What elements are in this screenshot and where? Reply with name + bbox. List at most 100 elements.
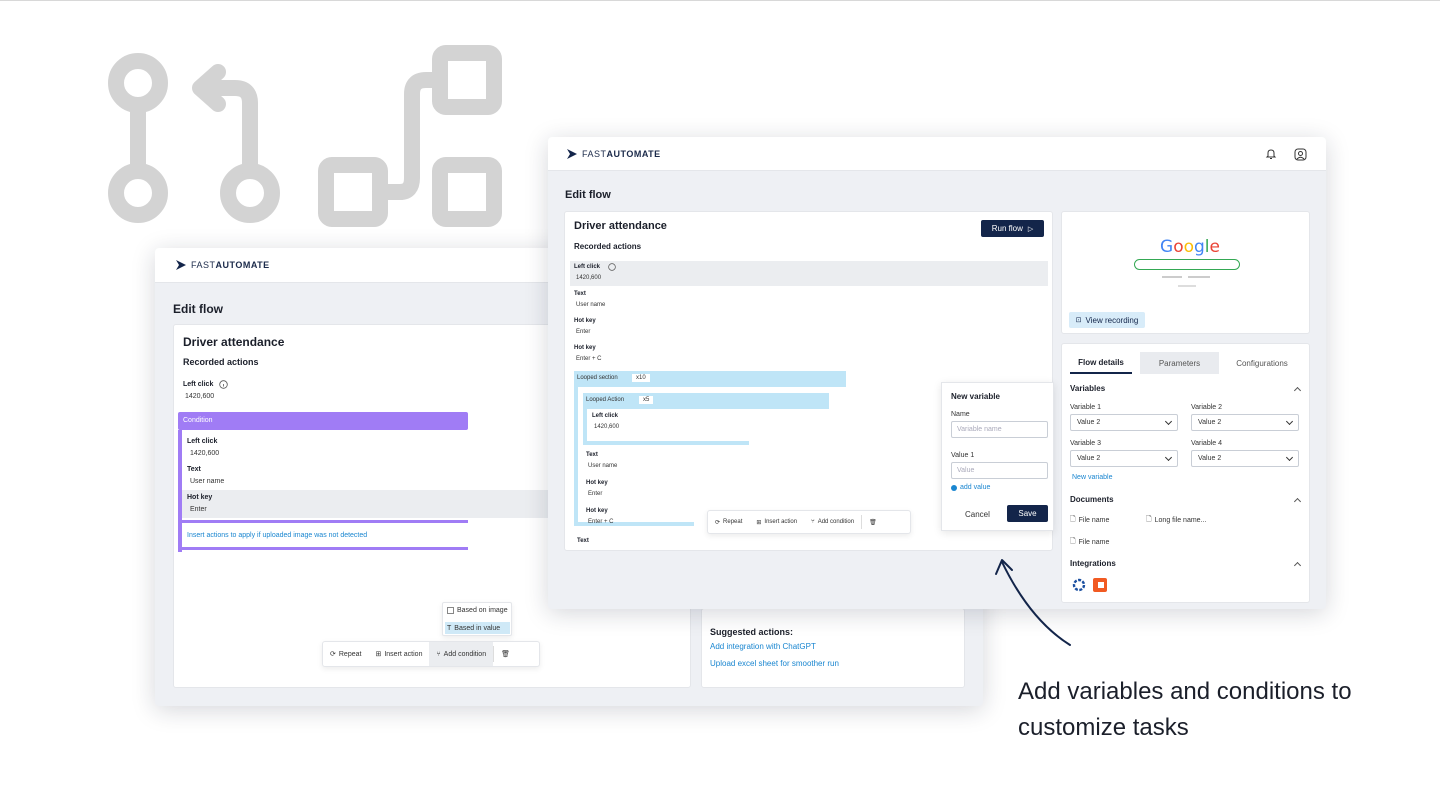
brand-name-bold: AUTOMATE: [606, 149, 661, 159]
variable-label: Variable 2: [1191, 404, 1223, 411]
action-value: Enter: [190, 506, 207, 513]
suggestion-link[interactable]: Add integration with ChatGPT: [710, 642, 816, 651]
action-value: Enter + C: [588, 519, 614, 525]
action-label: Hot key: [187, 494, 213, 501]
file-icon: 🗋: [1146, 516, 1152, 523]
integration-app-icon[interactable]: [1093, 578, 1107, 592]
delete-button[interactable]: 🗑: [494, 642, 517, 666]
menu-label: Based on image: [457, 607, 508, 614]
add-condition-button[interactable]: ⑂ Add condition: [429, 642, 494, 666]
action-value: Enter + C: [576, 356, 602, 362]
action-value: Enter: [588, 491, 603, 497]
variable-select[interactable]: Value 2: [1191, 414, 1299, 431]
front-header: FAST AUTOMATE: [548, 137, 1326, 171]
view-recording-button[interactable]: ⊡ View recording: [1069, 312, 1145, 328]
action-value: 1420,600: [185, 393, 215, 400]
tab-label: Flow details: [1078, 357, 1124, 367]
action-value: 1420,600: [576, 275, 602, 281]
new-variable-link[interactable]: New variable: [1072, 474, 1112, 481]
insert-action-button[interactable]: ⊞ Insert action: [749, 511, 804, 533]
insert-hint-link[interactable]: Insert actions to apply if uploaded imag…: [187, 532, 367, 539]
document-name: File name: [1078, 539, 1110, 546]
variable-label: Variable 4: [1191, 440, 1223, 447]
collapse-variables-icon[interactable]: [1293, 386, 1302, 395]
dialog-title: New variable: [951, 392, 1000, 401]
collapse-integrations-icon[interactable]: [1293, 561, 1302, 570]
run-label: Run flow: [991, 224, 1023, 233]
add-condition-button[interactable]: ⑂ Add condition: [804, 511, 861, 533]
action-label: Left click: [592, 413, 619, 419]
loop-count-badge[interactable]: x5: [639, 396, 654, 404]
brand-logo: FAST AUTOMATE: [566, 148, 661, 160]
chevron-down-icon: [1285, 453, 1294, 462]
add-value-label: add value: [960, 484, 991, 491]
delete-button[interactable]: 🗑: [862, 511, 884, 533]
tab-configurations[interactable]: Configurations: [1222, 352, 1302, 374]
action-value: User name: [190, 478, 225, 485]
document-item[interactable]: 🗋 File name: [1070, 515, 1109, 526]
bell-icon[interactable]: [1265, 148, 1277, 160]
run-flow-button[interactable]: Run flow ▷: [981, 220, 1044, 237]
page-title: Edit flow: [173, 302, 223, 316]
tab-label: Configurations: [1236, 358, 1288, 368]
cancel-button[interactable]: Cancel: [965, 510, 990, 519]
select-value: Value 2: [1198, 419, 1222, 426]
condition-block[interactable]: Condition Left click 1420,600 Text User …: [178, 412, 552, 552]
user-icon[interactable]: [1294, 148, 1307, 161]
variable-select[interactable]: Value 2: [1070, 450, 1178, 467]
condition-menu: Based on image T Based in value: [442, 602, 512, 636]
selected-row[interactable]: [182, 490, 552, 518]
condition-icon: ⑂: [436, 650, 441, 658]
menu-based-in-value[interactable]: T Based in value: [445, 622, 510, 634]
collapse-documents-icon[interactable]: [1293, 497, 1302, 506]
repeat-icon: ⟳: [330, 651, 336, 658]
variable-select[interactable]: Value 2: [1070, 414, 1178, 431]
variable-select[interactable]: Value 2: [1191, 450, 1299, 467]
menu-based-on-image[interactable]: Based on image: [447, 607, 508, 614]
document-item[interactable]: 🗋 Long file name...: [1146, 515, 1206, 526]
selected-row[interactable]: [570, 261, 1048, 286]
tab-parameters[interactable]: Parameters: [1140, 352, 1219, 374]
repeat-icon: ⟳: [715, 519, 721, 526]
save-label: Save: [1018, 509, 1037, 518]
looped-section-label: Looped section: [577, 375, 618, 381]
condition-header: Condition: [178, 412, 468, 430]
action-label: Text: [187, 466, 201, 473]
flow-title: Driver attendance: [574, 220, 667, 232]
add-value-link[interactable]: add value: [951, 484, 990, 491]
add-condition-label: Add condition: [817, 519, 855, 525]
page-title: Edit flow: [565, 189, 611, 201]
tab-flow-details[interactable]: Flow details: [1070, 352, 1132, 374]
brand-name-bold: AUTOMATE: [215, 260, 270, 270]
insert-action-button[interactable]: ⊞ Insert action: [368, 642, 429, 666]
repeat-label: Repeat: [338, 650, 362, 658]
variable-label: Variable 3: [1070, 440, 1102, 447]
plus-circle-icon: [951, 484, 957, 491]
front-window: FAST AUTOMATE Edit flow Driver attendance…: [548, 137, 1326, 609]
save-button[interactable]: Save: [1007, 505, 1048, 522]
top-divider: [0, 0, 1440, 1]
view-recording-label: View recording: [1085, 315, 1139, 325]
value-label: Value 1: [951, 452, 975, 459]
info-icon: [608, 263, 616, 271]
repeat-button[interactable]: ⟳ Repeat: [323, 642, 368, 666]
action-label: Left click: [574, 264, 601, 270]
insert-label: Insert action: [764, 519, 798, 525]
action-label: Hot key: [586, 480, 608, 486]
looped-action[interactable]: Looped Action x5 Left click 1420,600: [583, 393, 829, 445]
suggestion-link[interactable]: Upload excel sheet for smoother run: [710, 659, 839, 668]
variable-value-input[interactable]: Value: [951, 462, 1048, 479]
image-icon: [447, 607, 454, 614]
variable-name-input[interactable]: Variable name: [951, 421, 1048, 438]
repeat-button[interactable]: ⟳ Repeat: [708, 511, 749, 533]
looped-section[interactable]: Looped section x10 Looped Action x5 Left…: [574, 371, 846, 531]
looped-action-label: Looped Action: [586, 397, 625, 403]
action-value: 1420,600: [190, 450, 220, 457]
section-title: Recorded actions: [574, 242, 642, 251]
documents-title: Documents: [1070, 495, 1114, 504]
action-toolbar: ⟳ Repeat ⊞ Insert action ⑂ Add condition 🗑: [322, 641, 540, 667]
details-card: Flow details Parameters Configurations V…: [1061, 343, 1310, 603]
document-item[interactable]: 🗋 File name: [1070, 537, 1109, 548]
suggested-title: Suggested actions:: [710, 627, 794, 637]
loop-count-badge[interactable]: x10: [632, 374, 650, 382]
